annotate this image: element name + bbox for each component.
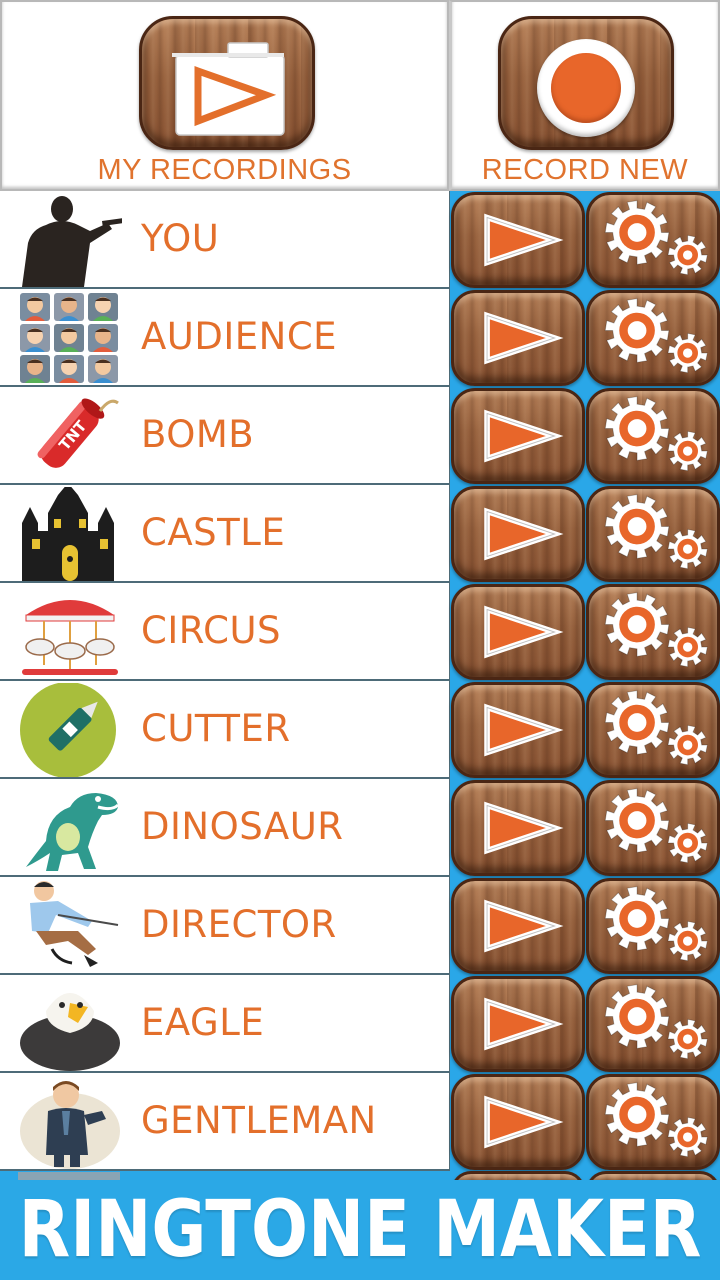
gears-icon <box>604 984 708 1060</box>
settings-button[interactable] <box>586 780 720 876</box>
my-recordings-tab[interactable]: MY RECORDINGS <box>0 0 449 191</box>
play-triangle-icon <box>484 409 564 463</box>
sound-row-info[interactable]: CASTLE <box>0 485 450 583</box>
sound-label: CUTTER <box>141 707 291 750</box>
settings-button[interactable] <box>586 976 720 1072</box>
settings-button[interactable] <box>586 1074 720 1170</box>
play-triangle-icon <box>484 997 564 1051</box>
sound-row-info[interactable]: TNT BOMB <box>0 387 450 485</box>
sound-row[interactable]: CIRCUS <box>0 583 720 681</box>
gears-icon <box>604 1082 708 1158</box>
play-triangle-icon <box>484 1095 564 1149</box>
sound-label: GENTLEMAN <box>141 1099 377 1142</box>
play-button[interactable] <box>451 192 585 288</box>
gears-icon <box>604 200 708 276</box>
settings-button[interactable] <box>586 878 720 974</box>
gears-icon <box>604 494 708 570</box>
play-triangle-icon <box>484 899 564 953</box>
record-new-button[interactable] <box>498 16 674 150</box>
header: MY RECORDINGS RECORD NEW <box>0 0 720 191</box>
dinosaur-icon <box>18 781 122 875</box>
my-recordings-button[interactable] <box>139 16 315 150</box>
sound-row-info[interactable]: YOU <box>0 191 450 289</box>
sound-row[interactable]: AUDIENCE <box>0 289 720 387</box>
record-new-tab[interactable]: RECORD NEW <box>449 0 720 191</box>
gears-icon <box>604 690 708 766</box>
sound-row-info[interactable]: GENTLEMAN <box>0 1073 450 1171</box>
sound-row-info[interactable]: DINOSAUR <box>0 779 450 877</box>
play-button[interactable] <box>451 780 585 876</box>
sound-label: CASTLE <box>141 511 286 554</box>
sound-label: YOU <box>141 217 220 260</box>
sound-label: EAGLE <box>141 1001 265 1044</box>
audience-faces-icon <box>18 291 122 385</box>
sound-label: DINOSAUR <box>141 805 344 848</box>
play-button[interactable] <box>451 388 585 484</box>
sound-list[interactable]: YOU AUDIENCE TNT BOMB CASTLE CIRCUS CUTT… <box>0 191 720 1191</box>
play-triangle-icon <box>484 507 564 561</box>
record-new-label: RECORD NEW <box>481 154 689 186</box>
sound-row-info[interactable]: DIRECTOR <box>0 877 450 975</box>
singer-silhouette-icon <box>18 193 122 287</box>
sound-row-info[interactable]: EAGLE <box>0 975 450 1073</box>
box-cutter-icon <box>18 683 122 777</box>
sound-row[interactable]: CASTLE <box>0 485 720 583</box>
app-title: RINGTONE MAKER <box>18 1185 702 1275</box>
gentleman-icon <box>18 1075 122 1169</box>
gears-icon <box>604 886 708 962</box>
play-button[interactable] <box>451 976 585 1072</box>
gears-icon <box>604 592 708 668</box>
play-button[interactable] <box>451 878 585 974</box>
my-recordings-label: MY RECORDINGS <box>97 154 352 186</box>
play-triangle-icon <box>484 311 564 365</box>
eagle-icon <box>18 977 122 1071</box>
settings-button[interactable] <box>586 388 720 484</box>
settings-button[interactable] <box>586 486 720 582</box>
tnt-dynamite-icon: TNT <box>18 389 122 483</box>
sound-row[interactable]: TNT BOMB <box>0 387 720 485</box>
sound-label: AUDIENCE <box>141 315 338 358</box>
play-button[interactable] <box>451 486 585 582</box>
gears-icon <box>604 298 708 374</box>
sound-row-info[interactable]: CUTTER <box>0 681 450 779</box>
sound-row[interactable]: GENTLEMAN <box>0 1073 720 1171</box>
gears-icon <box>604 396 708 472</box>
sound-row[interactable]: CUTTER <box>0 681 720 779</box>
director-icon <box>18 879 122 973</box>
play-triangle-icon <box>484 213 564 267</box>
sound-row[interactable]: YOU <box>0 191 720 289</box>
sound-label: DIRECTOR <box>141 903 337 946</box>
settings-button[interactable] <box>586 192 720 288</box>
sound-row[interactable]: DIRECTOR <box>0 877 720 975</box>
sound-label: BOMB <box>141 413 255 456</box>
record-circle-icon <box>537 39 635 137</box>
sound-row[interactable]: EAGLE <box>0 975 720 1073</box>
gears-icon <box>604 788 708 864</box>
sound-row-info[interactable]: CIRCUS <box>0 583 450 681</box>
recordings-folder-icon <box>172 42 285 136</box>
haunted-castle-icon <box>18 487 122 581</box>
play-triangle-icon <box>484 703 564 757</box>
play-button[interactable] <box>451 290 585 386</box>
settings-button[interactable] <box>586 682 720 778</box>
sound-label: CIRCUS <box>141 609 282 652</box>
app-title-banner: RINGTONE MAKER <box>0 1180 720 1280</box>
sound-row[interactable]: DINOSAUR <box>0 779 720 877</box>
play-button[interactable] <box>451 584 585 680</box>
sound-row-info[interactable]: AUDIENCE <box>0 289 450 387</box>
settings-button[interactable] <box>586 584 720 680</box>
play-button[interactable] <box>451 1074 585 1170</box>
play-triangle-icon <box>484 801 564 855</box>
carousel-icon <box>18 585 122 679</box>
play-button[interactable] <box>451 682 585 778</box>
settings-button[interactable] <box>586 290 720 386</box>
play-triangle-icon <box>484 605 564 659</box>
